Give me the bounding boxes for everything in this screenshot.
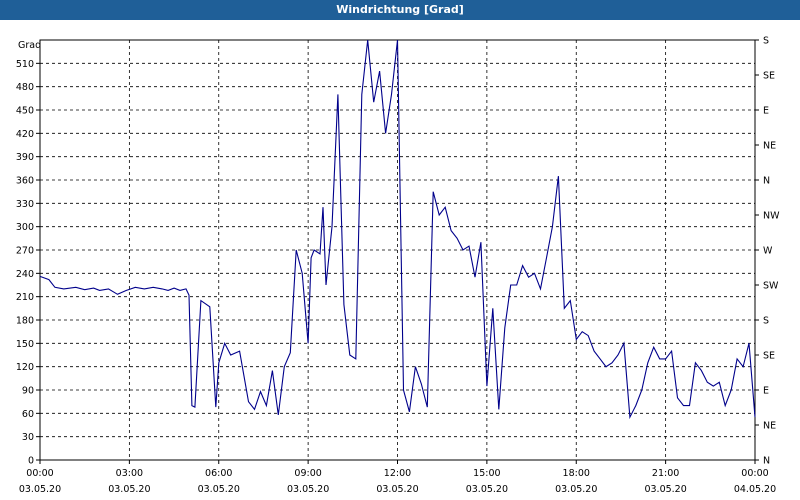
y-tick-label: 90 [22,386,34,397]
line-chart: 0 30 60 90 120 150 180 210 240 270 300 330 360 390 420… [16,36,780,496]
y-tick-label: 270 [16,246,34,257]
x-tick-time: 09:00 [294,468,321,479]
x-tick-date: 03.05.20 [198,484,240,495]
right-tick-label: SE [763,351,775,362]
y-tick-label: 390 [16,152,34,163]
y-tick-label: 150 [16,339,34,350]
x-axis: 00:00 03.05.20 03:00 03.05.20 06:00 03.05.20 0… [19,460,776,495]
right-tick-label: NE [763,141,776,152]
y-tick-label: 0 [28,456,34,467]
x-tick-date: 03.05.20 [644,484,686,495]
y-tick-label: 210 [16,292,34,303]
x-tick-time: 06:00 [205,468,232,479]
right-tick-label: SE [763,71,775,82]
right-tick-label: SW [763,281,779,292]
right-tick-label: E [763,386,769,397]
x-tick-date: 03.05.20 [287,484,329,495]
y-tick-label: 360 [16,176,34,187]
right-tick-label: N [763,456,770,467]
x-tick-time: 03:00 [116,468,143,479]
y-axis-label: Grad [18,40,41,51]
x-tick-date: 03.05.20 [466,484,508,495]
chart-window: Windrichtung [Grad] 0 30 60 90 120 150 180 210 2… [0,0,800,500]
x-tick-date: 03.05.20 [108,484,150,495]
right-tick-label: W [763,246,773,257]
x-tick-time: 12:00 [384,468,411,479]
y-tick-label: 240 [16,269,34,280]
y-tick-label: 480 [16,82,34,93]
y-tick-label: 300 [16,222,34,233]
right-tick-label: S [763,36,769,47]
right-axis: N NE E SE S SW W NW N NE E SE S [755,36,780,467]
x-tick-time: 21:00 [652,468,679,479]
x-tick-date: 04.05.20 [734,484,776,495]
x-tick-date: 03.05.20 [555,484,597,495]
x-tick-time: 00:00 [26,468,53,479]
y-tick-label: 330 [16,199,34,210]
x-tick-date: 03.05.20 [376,484,418,495]
x-tick-time: 18:00 [563,468,590,479]
right-tick-label: NE [763,421,776,432]
y-tick-label: 120 [16,362,34,373]
x-tick-date: 03.05.20 [19,484,61,495]
right-tick-label: NW [763,211,780,222]
y-tick-label: 60 [22,409,34,420]
y-tick-label: 180 [16,316,34,327]
x-tick-time: 15:00 [473,468,500,479]
y-tick-label: 510 [16,59,34,70]
y-tick-label: 450 [16,106,34,117]
y-tick-label: 30 [22,432,34,443]
x-tick-time: 00:00 [741,468,768,479]
right-tick-label: N [763,176,770,187]
right-tick-label: E [763,106,769,117]
y-axis: 0 30 60 90 120 150 180 210 240 270 300 330 360 390 420… [16,59,40,467]
right-tick-label: S [763,316,769,327]
y-tick-label: 420 [16,129,34,140]
